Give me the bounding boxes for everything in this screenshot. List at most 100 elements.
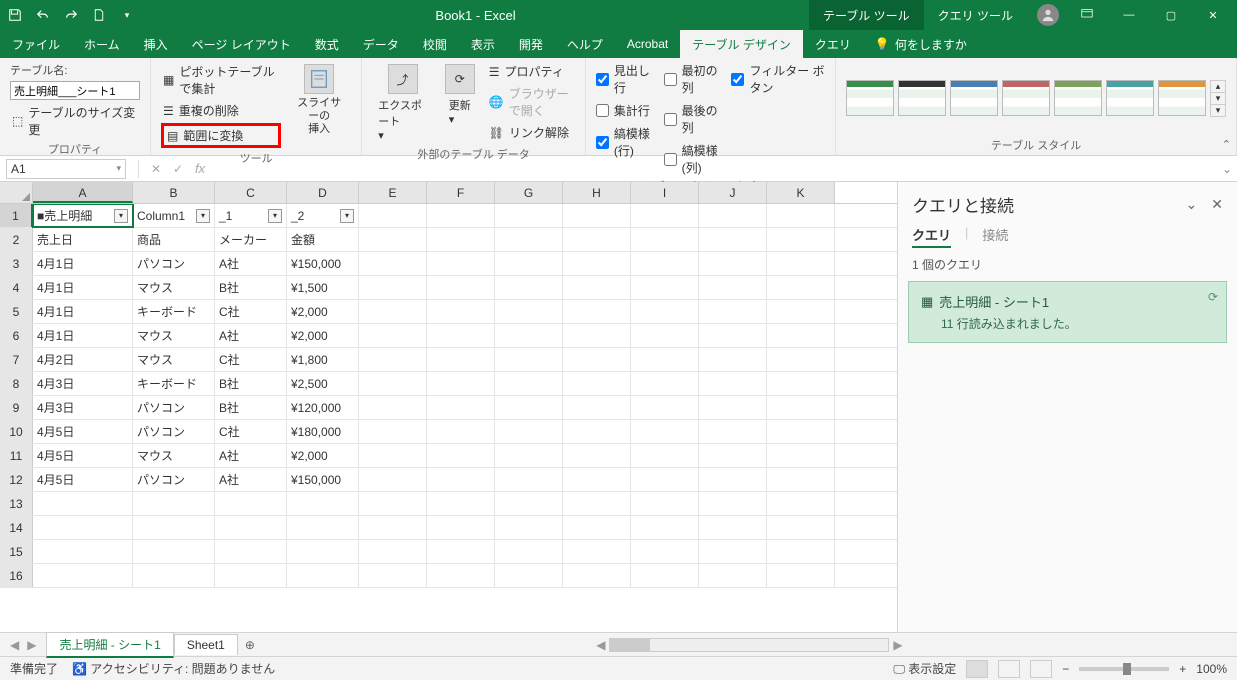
tab-data[interactable]: データ [351, 30, 411, 58]
total-row-checkbox[interactable]: 集計行 [596, 102, 658, 119]
cell[interactable] [427, 300, 495, 323]
tab-view[interactable]: 表示 [459, 30, 507, 58]
row-header[interactable]: 13 [0, 492, 33, 515]
cell[interactable] [495, 372, 563, 395]
context-tab-table-tools[interactable]: テーブル ツール [809, 0, 924, 30]
cell[interactable]: A社 [215, 468, 287, 491]
cell[interactable] [427, 372, 495, 395]
row-header[interactable]: 8 [0, 372, 33, 395]
tab-home[interactable]: ホーム [72, 30, 132, 58]
cell[interactable]: Column1▾ [133, 204, 215, 227]
cell[interactable] [563, 252, 631, 275]
cell[interactable] [699, 372, 767, 395]
refresh-button[interactable]: ⟳更新▾ [439, 62, 481, 128]
cell[interactable] [767, 348, 835, 371]
zoom-in-button[interactable]: + [1179, 662, 1186, 676]
cell[interactable] [631, 396, 699, 419]
cell[interactable] [699, 276, 767, 299]
cell[interactable] [767, 252, 835, 275]
remove-duplicates-button[interactable]: ☰重複の削除 [161, 101, 281, 120]
gallery-more-icon[interactable]: ▾ [1211, 105, 1225, 116]
cell[interactable] [631, 468, 699, 491]
cell[interactable] [427, 204, 495, 227]
cell[interactable] [563, 540, 631, 563]
cell[interactable] [287, 564, 359, 587]
cell[interactable] [699, 252, 767, 275]
insert-slicer-button[interactable]: スライサーの挿入 [287, 62, 351, 139]
minimize-button[interactable]: — [1115, 9, 1143, 21]
row-header[interactable]: 4 [0, 276, 33, 299]
cell[interactable]: ¥180,000 [287, 420, 359, 443]
cell[interactable] [767, 468, 835, 491]
cell[interactable] [495, 492, 563, 515]
row-header[interactable]: 15 [0, 540, 33, 563]
col-header-A[interactable]: A [33, 182, 133, 203]
cell[interactable]: パソコン [133, 396, 215, 419]
cell[interactable] [359, 348, 427, 371]
cell[interactable]: 商品 [133, 228, 215, 251]
row-header[interactable]: 1 [0, 204, 33, 227]
cell[interactable] [33, 492, 133, 515]
cell[interactable] [427, 444, 495, 467]
cell[interactable] [427, 492, 495, 515]
cell[interactable] [699, 444, 767, 467]
col-header-G[interactable]: G [495, 182, 563, 203]
col-header-I[interactable]: I [631, 182, 699, 203]
cell[interactable] [359, 324, 427, 347]
convert-to-range-button[interactable]: ▤範囲に変換 [161, 123, 281, 148]
cell[interactable] [359, 540, 427, 563]
accessibility-status[interactable]: ♿ アクセシビリティ: 問題ありません [72, 660, 275, 677]
col-header-J[interactable]: J [699, 182, 767, 203]
cell[interactable] [133, 564, 215, 587]
cell[interactable] [631, 420, 699, 443]
query-refresh-icon[interactable]: ⟳ [1208, 290, 1218, 304]
cell[interactable] [495, 228, 563, 251]
cell[interactable] [495, 276, 563, 299]
cell[interactable] [767, 540, 835, 563]
cell[interactable] [699, 420, 767, 443]
cell[interactable] [699, 540, 767, 563]
cell[interactable] [631, 300, 699, 323]
table-style-6[interactable] [1106, 80, 1154, 116]
tab-page-layout[interactable]: ページ レイアウト [180, 30, 303, 58]
cell[interactable]: A社 [215, 324, 287, 347]
cell[interactable] [767, 564, 835, 587]
cell[interactable]: 4月1日 [33, 300, 133, 323]
cell[interactable]: ¥2,500 [287, 372, 359, 395]
account-avatar[interactable] [1037, 4, 1059, 26]
unlink-button[interactable]: ⛓リンク解除 [487, 123, 575, 142]
cell[interactable] [767, 444, 835, 467]
cell[interactable] [767, 204, 835, 227]
cell[interactable]: パソコン [133, 252, 215, 275]
ribbon-display-options-icon[interactable] [1073, 8, 1101, 23]
cell[interactable]: マウス [133, 324, 215, 347]
sheet-nav-prev-icon[interactable]: ◀ [10, 638, 19, 652]
cell[interactable] [699, 396, 767, 419]
cell[interactable] [631, 324, 699, 347]
cell[interactable]: C社 [215, 348, 287, 371]
tab-file[interactable]: ファイル [0, 30, 72, 58]
row-header[interactable]: 12 [0, 468, 33, 491]
cell[interactable] [767, 300, 835, 323]
cell[interactable] [563, 228, 631, 251]
cell[interactable] [631, 372, 699, 395]
cell[interactable]: ¥2,000 [287, 324, 359, 347]
sheet-tab-1[interactable]: 売上明細 - シート1 [46, 632, 173, 658]
cell[interactable] [215, 492, 287, 515]
cell[interactable] [359, 276, 427, 299]
table-style-1[interactable] [846, 80, 894, 116]
cell[interactable]: ¥1,800 [287, 348, 359, 371]
cell[interactable] [563, 300, 631, 323]
zoom-level[interactable]: 100% [1196, 662, 1227, 676]
cell[interactable] [287, 516, 359, 539]
cell[interactable] [427, 324, 495, 347]
row-header[interactable]: 3 [0, 252, 33, 275]
cell[interactable] [563, 444, 631, 467]
cell[interactable]: 4月2日 [33, 348, 133, 371]
cell[interactable] [133, 492, 215, 515]
export-button[interactable]: ⤴エクスポート▾ [372, 62, 433, 144]
close-button[interactable]: ✕ [1199, 9, 1227, 22]
qat-customize-icon[interactable]: ▾ [118, 6, 136, 24]
row-header[interactable]: 5 [0, 300, 33, 323]
cell[interactable]: 4月5日 [33, 444, 133, 467]
